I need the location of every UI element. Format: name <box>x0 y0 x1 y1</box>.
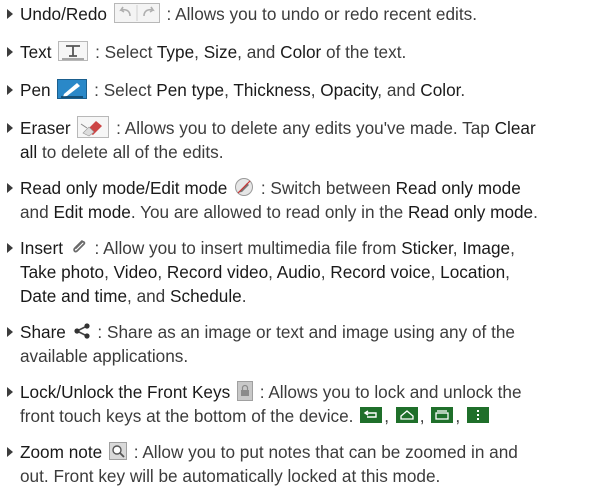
item-title: Insert <box>20 238 63 258</box>
back-key-icon <box>360 407 383 424</box>
bullet-arrow-icon <box>7 47 13 57</box>
read-edit-mode-icon <box>234 177 254 197</box>
bullet-arrow-icon <box>7 243 13 253</box>
item-title: Zoom note <box>20 442 103 462</box>
home-key-icon <box>395 407 418 424</box>
bullet-arrow-icon <box>7 9 13 19</box>
zoom-note-icon <box>108 442 127 461</box>
paperclip-icon <box>70 238 88 256</box>
menu-key-icon <box>466 407 489 424</box>
bullet-arrow-icon <box>7 183 13 193</box>
bullet-arrow-icon <box>7 85 13 95</box>
pen-tool-icon <box>57 79 88 100</box>
item-title: Text <box>20 42 52 62</box>
bullet-arrow-icon <box>7 123 13 133</box>
feature-list: Undo/Redo : Allows you to undo or redo r… <box>0 0 603 494</box>
item-title: Read only mode/Edit mode <box>20 178 228 198</box>
share-icon <box>73 322 91 340</box>
item-title: Pen <box>20 80 51 100</box>
item-title: Lock/Unlock the Front Keys <box>20 382 231 402</box>
recent-apps-key-icon <box>431 407 454 424</box>
lock-keys-icon <box>236 381 253 402</box>
item-desc: : Allows you to undo or redo recent edit… <box>161 4 478 24</box>
item-title: Eraser <box>20 118 71 138</box>
text-tool-icon <box>58 41 89 62</box>
item-title: Undo/Redo <box>20 4 107 24</box>
bullet-arrow-icon <box>7 447 13 457</box>
eraser-icon <box>77 116 110 139</box>
undo-redo-icon <box>113 3 160 24</box>
item-title: Share <box>20 322 66 342</box>
bullet-arrow-icon <box>7 327 13 337</box>
bullet-arrow-icon <box>7 387 13 397</box>
